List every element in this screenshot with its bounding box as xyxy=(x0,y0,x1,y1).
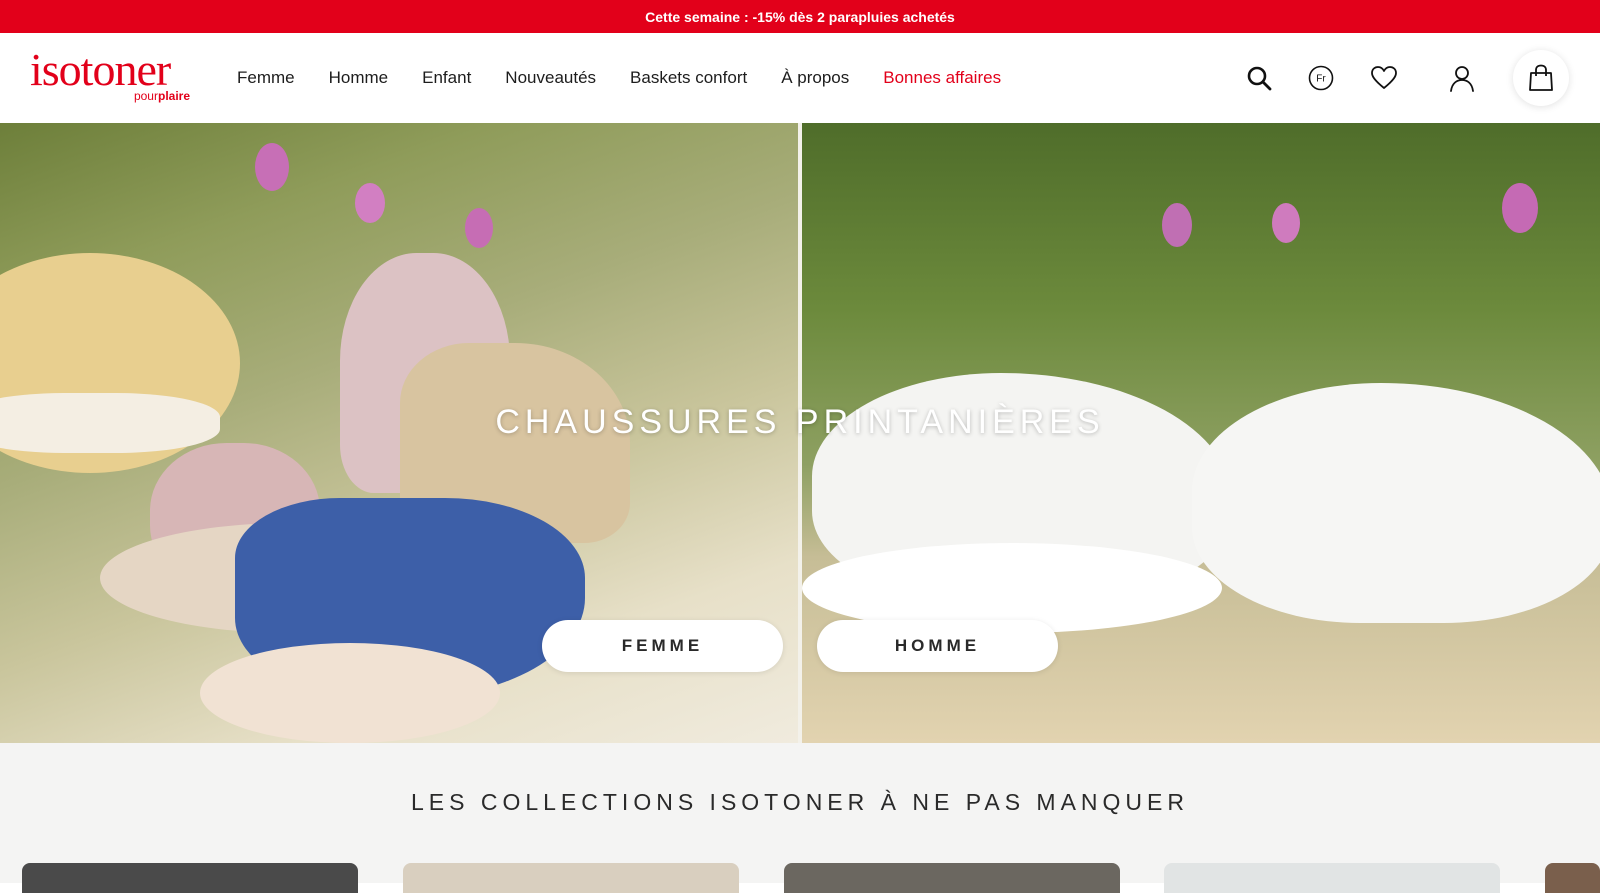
nav-item-baskets-confort[interactable]: Baskets confort xyxy=(630,68,747,88)
site-header: isotoner pourplaire Femme Homme Enfant N… xyxy=(0,33,1600,123)
hero-banner: CHAUSSURES PRINTANIÈRES FEMME HOMME xyxy=(0,123,1600,743)
cart-button[interactable] xyxy=(1513,50,1569,106)
front-sole-shape xyxy=(200,643,500,743)
femme-button[interactable]: FEMME xyxy=(542,620,783,672)
wishlist-button[interactable] xyxy=(1364,58,1404,98)
language-icon: Fr xyxy=(1308,65,1334,91)
main-nav: Femme Homme Enfant Nouveautés Baskets co… xyxy=(237,33,1001,123)
isotoner-logo[interactable]: isotoner pourplaire xyxy=(30,47,202,105)
collections-title: LES COLLECTIONS ISOTONER À NE PAS MANQUE… xyxy=(410,789,1189,815)
logo-wordmark: isotoner xyxy=(30,44,171,95)
nav-item-nouveautes[interactable]: Nouveautés xyxy=(505,68,596,88)
search-icon xyxy=(1247,66,1272,91)
collections-section: LES COLLECTIONS ISOTONER À NE PAS MANQUE… xyxy=(0,743,1600,893)
language-button[interactable]: Fr xyxy=(1301,58,1341,98)
logo-tagline: pourplaire xyxy=(133,89,190,103)
shopping-bag-icon xyxy=(1529,64,1553,91)
search-button[interactable] xyxy=(1239,58,1279,98)
hero-title: CHAUSSURES PRINTANIÈRES xyxy=(495,403,1105,441)
collection-card[interactable] xyxy=(784,863,1120,893)
nav-item-femme[interactable]: Femme xyxy=(237,68,295,88)
language-code: Fr xyxy=(1316,74,1326,85)
collection-card[interactable] xyxy=(1164,863,1500,893)
user-icon xyxy=(1450,66,1474,92)
collection-card[interactable] xyxy=(1545,863,1600,893)
account-button[interactable] xyxy=(1442,58,1482,98)
nav-item-enfant[interactable]: Enfant xyxy=(422,68,471,88)
flower-shape xyxy=(1162,203,1192,247)
heart-icon xyxy=(1371,66,1397,89)
flower-shape xyxy=(1502,183,1538,233)
collection-card[interactable] xyxy=(403,863,739,893)
homme-button[interactable]: HOMME xyxy=(817,620,1058,672)
collection-card[interactable] xyxy=(22,863,358,893)
nav-item-homme[interactable]: Homme xyxy=(329,68,389,88)
promo-text: Cette semaine : -15% dès 2 parapluies ac… xyxy=(645,8,955,25)
flower-shape xyxy=(355,183,385,223)
flower-shape xyxy=(465,208,493,248)
promo-banner: Cette semaine : -15% dès 2 parapluies ac… xyxy=(0,0,1600,33)
nav-item-bonnes-affaires[interactable]: Bonnes affaires xyxy=(883,68,1001,88)
nav-item-a-propos[interactable]: À propos xyxy=(781,68,849,88)
flower-shape xyxy=(255,143,289,191)
flower-shape xyxy=(1272,203,1300,243)
